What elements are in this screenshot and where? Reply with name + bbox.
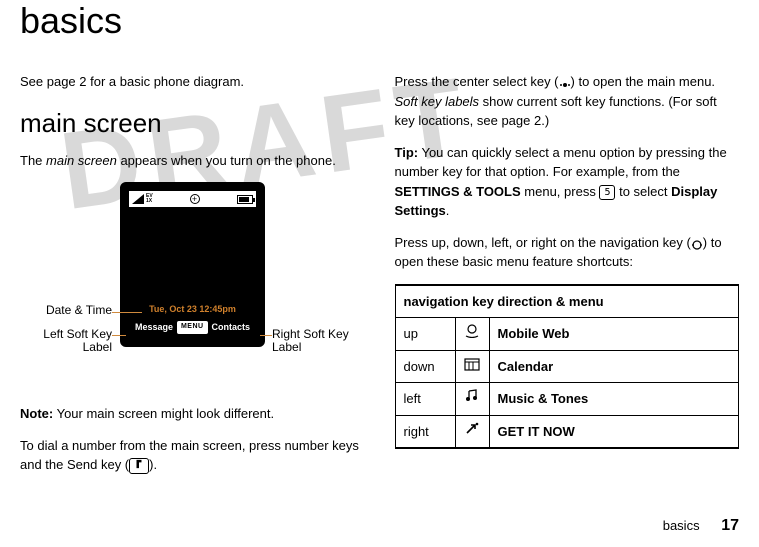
tip-paragraph: Tip: You can quickly select a menu optio… [395, 143, 740, 221]
center-select-icon [559, 77, 571, 89]
row-label: GET IT NOW [498, 424, 575, 439]
desc-pre: The [20, 153, 46, 168]
dir-cell: right [395, 415, 455, 448]
arrow-icon [464, 422, 480, 436]
p1-em: Soft key labels [395, 94, 480, 109]
table-row: left Music & Tones [395, 383, 739, 416]
signal-icon [132, 194, 144, 204]
label-cell: Calendar [489, 350, 739, 383]
callout-right-line2: Label [272, 340, 301, 354]
nav-table: navigation key direction & menu up Mobil… [395, 284, 740, 450]
label-cell: Music & Tones [489, 383, 739, 416]
desc-post: appears when you turn on the phone. [117, 153, 336, 168]
dial-post: ). [149, 457, 157, 472]
page-number: 17 [721, 517, 739, 534]
dir-cell: down [395, 350, 455, 383]
intro-text: See page 2 for a basic phone diagram. [20, 72, 365, 92]
battery-icon [237, 195, 253, 204]
keycap-5: 5 [599, 185, 615, 200]
note-paragraph: Note: Your main screen might look differ… [20, 404, 365, 424]
dir-cell: up [395, 318, 455, 351]
tip-c: to select [615, 184, 671, 199]
right-softkey-label: Contacts [211, 321, 250, 335]
tip-menu-name: SETTINGS & TOOLS [395, 184, 521, 199]
callout-datetime: Date & Time [20, 304, 112, 317]
p1-mid: ) to open the main menu. [571, 74, 716, 89]
callout-right-softkey: Right Soft Key Label [272, 328, 362, 354]
leader-line [112, 335, 126, 336]
status-right [237, 195, 253, 204]
note-label: Note: [20, 406, 53, 421]
page-footer: basics 17 [663, 517, 739, 535]
leader-line [260, 335, 272, 336]
phone-screen: EV 1X Tue, Oct 23 12:45pm Message [129, 191, 256, 338]
row-label: Mobile Web [498, 326, 570, 341]
label-cell: GET IT NOW [489, 415, 739, 448]
callout-left-softkey: Left Soft Key Label [20, 328, 112, 354]
table-row: down Calendar [395, 350, 739, 383]
status-left: EV 1X [132, 194, 153, 204]
phone-figure: EV 1X Tue, Oct 23 12:45pm Message [20, 182, 350, 392]
left-softkey-label: Message [135, 321, 173, 335]
music-note-icon [464, 389, 480, 403]
globe-hand-icon [464, 324, 480, 338]
table-header: navigation key direction & menu [395, 285, 739, 318]
callout-left-line1: Left Soft Key [43, 327, 112, 341]
p1-pre: Press the center select key ( [395, 74, 559, 89]
p3-pre: Press up, down, left, or right on the na… [395, 235, 691, 250]
dial-paragraph: To dial a number from the main screen, p… [20, 436, 365, 475]
softkey-row: Message MENU Contacts [129, 321, 256, 335]
left-column: See page 2 for a basic phone diagram. ma… [20, 72, 365, 487]
dir-cell: left [395, 383, 455, 416]
menu-pill: MENU [177, 321, 208, 334]
footer-section: basics [663, 518, 700, 533]
page-title: basics [20, 0, 739, 42]
tip-label: Tip: [395, 145, 419, 160]
navkey-paragraph: Press up, down, left, or right on the na… [395, 233, 740, 272]
note-text: Your main screen might look different. [53, 406, 274, 421]
row-label: Music & Tones [498, 391, 589, 406]
row-label: Calendar [498, 359, 554, 374]
network-indicator: EV 1X [146, 194, 153, 204]
icon-cell [455, 415, 489, 448]
location-icon [190, 194, 200, 204]
section-heading: main screen [20, 104, 365, 143]
datetime-text: Tue, Oct 23 12:45pm [129, 303, 256, 317]
callout-left-line2: Label [83, 340, 112, 354]
icon-cell [455, 318, 489, 351]
label-cell: Mobile Web [489, 318, 739, 351]
page-content: basics See page 2 for a basic phone diag… [0, 0, 759, 487]
main-screen-desc: The main screen appears when you turn on… [20, 151, 365, 171]
dial-pre: To dial a number from the main screen, p… [20, 438, 359, 473]
phone-outline: EV 1X Tue, Oct 23 12:45pm Message [120, 182, 265, 347]
status-bar: EV 1X [129, 191, 256, 207]
tip-d: . [446, 203, 450, 218]
send-key-icon [129, 458, 149, 474]
tip-a: You can quickly select a menu option by … [395, 145, 727, 180]
table-header-row: navigation key direction & menu [395, 285, 739, 318]
callout-right-line1: Right Soft Key [272, 327, 349, 341]
leader-line [112, 312, 142, 313]
right-column: Press the center select key ( ) to open t… [395, 72, 740, 487]
desc-em: main screen [46, 153, 117, 168]
calendar-icon [464, 357, 480, 371]
two-column-layout: See page 2 for a basic phone diagram. ma… [20, 72, 739, 487]
icon-cell [455, 383, 489, 416]
nav-key-icon [691, 237, 703, 249]
icon-cell [455, 350, 489, 383]
center-key-paragraph: Press the center select key ( ) to open t… [395, 72, 740, 131]
tip-b: menu, press [521, 184, 600, 199]
table-row: right GET IT NOW [395, 415, 739, 448]
onex-label: 1X [146, 198, 152, 204]
table-row: up Mobile Web [395, 318, 739, 351]
